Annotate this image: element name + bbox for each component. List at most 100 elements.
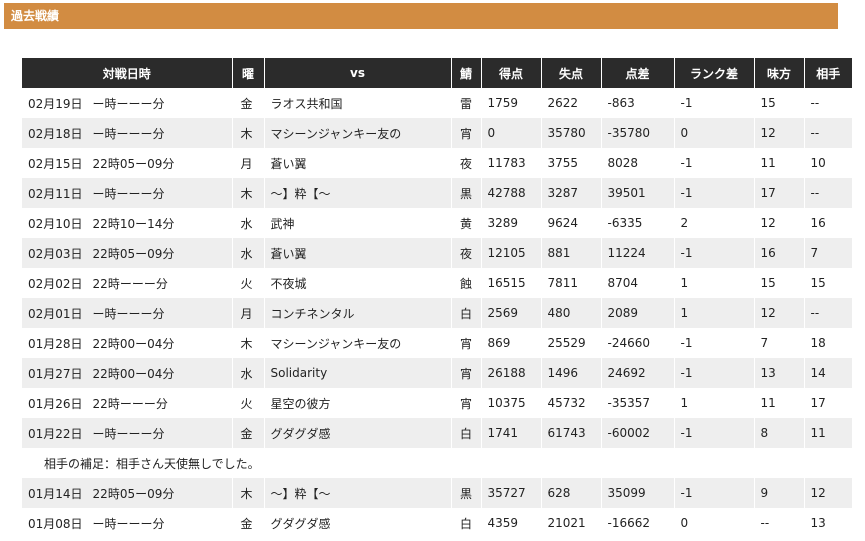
cell-opponent: マシーンジャンキー友の xyxy=(264,118,452,148)
cell-dow: 金 xyxy=(232,88,265,118)
col-header-datetime: 対戦日時 xyxy=(22,58,233,88)
cell-lost: 1496 xyxy=(541,358,602,388)
cell-enemy: 17 xyxy=(804,388,852,418)
cell-lost: 25529 xyxy=(541,328,602,358)
table-row: 02月18日 ー時ーーー分木マシーンジャンキー友の宵 0 35780 -35780 0 12… xyxy=(22,118,852,148)
cell-opponent: 蒼い翼 xyxy=(264,148,452,178)
table-row: 02月03日 22時05ー09分 水蒼い翼夜 12105 881 11224 -1 16 7 xyxy=(22,238,852,268)
cell-opponent: コンチネンタル xyxy=(264,298,452,328)
cell-score: 869 xyxy=(481,328,542,358)
cell-dow: 月 xyxy=(232,148,265,178)
cell-rank-diff: 0 xyxy=(674,118,755,148)
cell-date: 02月19日 ー時ーーー分 xyxy=(22,88,233,118)
cell-date-day: 02月11日 xyxy=(28,186,83,201)
cell-date-day: 02月19日 xyxy=(28,96,83,111)
cell-dow: 水 xyxy=(232,238,265,268)
cell-rank-diff: 1 xyxy=(674,268,755,298)
cell-opponent: 武神 xyxy=(264,208,452,238)
cell-rank-diff: -1 xyxy=(674,358,755,388)
cell-opponent: 〜】粋【〜 xyxy=(264,478,452,508)
cell-ally: 16 xyxy=(754,238,805,268)
cell-opponent: 星空の彼方 xyxy=(264,388,452,418)
table-row: 02月11日 ー時ーーー分木〜】粋【〜黒 42788 3287 39501 -1 17 -- xyxy=(22,178,852,208)
cell-server: 白 xyxy=(451,298,482,328)
cell-score: 10375 xyxy=(481,388,542,418)
cell-date: 01月26日 22時ーーー分 xyxy=(22,388,233,418)
cell-score: 42788 xyxy=(481,178,542,208)
cell-rank-diff: -1 xyxy=(674,148,755,178)
cell-lost: 628 xyxy=(541,478,602,508)
cell-diff: 24692 xyxy=(601,358,675,388)
cell-date-day: 02月03日 xyxy=(28,246,83,261)
col-header-lost: 失点 xyxy=(541,58,602,88)
cell-server: 黒 xyxy=(451,478,482,508)
cell-date-day: 01月28日 xyxy=(28,336,83,351)
col-header-rank-diff: ランク差 xyxy=(674,58,755,88)
table-row: 02月01日 ー時ーーー分月コンチネンタル白 2569 480 2089 1 12 -- xyxy=(22,298,852,328)
cell-dow: 月 xyxy=(232,298,265,328)
cell-enemy: 15 xyxy=(804,268,852,298)
cell-date: 01月22日 ー時ーーー分 xyxy=(22,418,233,448)
cell-date-time: 22時10ー14分 xyxy=(92,216,175,231)
cell-dow: 水 xyxy=(232,208,265,238)
cell-date-time: 22時00ー04分 xyxy=(92,336,175,351)
table-row: 02月02日 22時ーーー分火不夜城蝕 16515 7811 8704 1 15 15 xyxy=(22,268,852,298)
table-row: 02月19日 ー時ーーー分金ラオス共和国雷 1759 2622 -863 -1 15 -- xyxy=(22,88,852,118)
cell-date: 02月15日 22時05ー09分 xyxy=(22,148,233,178)
cell-enemy: 12 xyxy=(804,478,852,508)
cell-ally: 11 xyxy=(754,388,805,418)
col-header-score: 得点 xyxy=(481,58,542,88)
cell-server: 蝕 xyxy=(451,268,482,298)
cell-dow: 金 xyxy=(232,508,265,538)
section-header: 過去戦績 xyxy=(4,3,838,29)
cell-enemy: 10 xyxy=(804,148,852,178)
cell-ally: 12 xyxy=(754,298,805,328)
cell-server: 宵 xyxy=(451,388,482,418)
cell-ally: 7 xyxy=(754,328,805,358)
cell-diff: 35099 xyxy=(601,478,675,508)
cell-diff: -60002 xyxy=(601,418,675,448)
section-title: 過去戦績 xyxy=(11,9,60,23)
cell-enemy: 11 xyxy=(804,418,852,448)
cell-date-day: 02月15日 xyxy=(28,156,83,171)
table-row: 01月26日 22時ーーー分火星空の彼方宵 10375 45732 -35357 1 11 1… xyxy=(22,388,852,418)
cell-date-time: 22時05ー09分 xyxy=(92,486,175,501)
cell-opponent: 〜】粋【〜 xyxy=(264,178,452,208)
cell-rank-diff: 2 xyxy=(674,208,755,238)
cell-ally: 8 xyxy=(754,418,805,448)
cell-date-day: 02月10日 xyxy=(28,216,83,231)
cell-server: 宵 xyxy=(451,118,482,148)
cell-score: 1741 xyxy=(481,418,542,448)
cell-ally: 12 xyxy=(754,118,805,148)
col-header-dow: 曜 xyxy=(232,58,265,88)
cell-ally: 13 xyxy=(754,358,805,388)
cell-rank-diff: 0 xyxy=(674,508,755,538)
cell-date-day: 01月27日 xyxy=(28,366,83,381)
col-header-ally: 味方 xyxy=(754,58,805,88)
col-header-diff: 点差 xyxy=(601,58,675,88)
cell-date: 02月01日 ー時ーーー分 xyxy=(22,298,233,328)
cell-opponent: グダグダ感 xyxy=(264,418,452,448)
cell-date: 02月18日 ー時ーーー分 xyxy=(22,118,233,148)
cell-score: 2569 xyxy=(481,298,542,328)
cell-rank-diff: -1 xyxy=(674,238,755,268)
cell-date-time: ー時ーーー分 xyxy=(92,96,165,111)
cell-diff: -6335 xyxy=(601,208,675,238)
cell-opponent: 不夜城 xyxy=(264,268,452,298)
cell-diff: 11224 xyxy=(601,238,675,268)
cell-date-day: 02月01日 xyxy=(28,306,83,321)
cell-ally: 11 xyxy=(754,148,805,178)
cell-ally: -- xyxy=(754,508,805,538)
cell-diff: 8704 xyxy=(601,268,675,298)
cell-dow: 金 xyxy=(232,418,265,448)
cell-date: 01月08日 ー時ーーー分 xyxy=(22,508,233,538)
cell-date-day: 01月22日 xyxy=(28,426,83,441)
table-row: 01月28日 22時00ー04分 木マシーンジャンキー友の宵 869 25529 -246… xyxy=(22,328,852,358)
cell-score: 3289 xyxy=(481,208,542,238)
cell-date-day: 01月26日 xyxy=(28,396,83,411)
table-header-row: 対戦日時 曜 vs 鯖 得点 失点 点差 ランク差 味方 相手 xyxy=(22,58,852,88)
table-row: 01月08日 ー時ーーー分金グダグダ感白 4359 21021 -16662 0 -- 13 xyxy=(22,508,852,538)
cell-rank-diff: 1 xyxy=(674,298,755,328)
cell-date-time: 22時05ー09分 xyxy=(92,156,175,171)
col-header-server: 鯖 xyxy=(451,58,482,88)
